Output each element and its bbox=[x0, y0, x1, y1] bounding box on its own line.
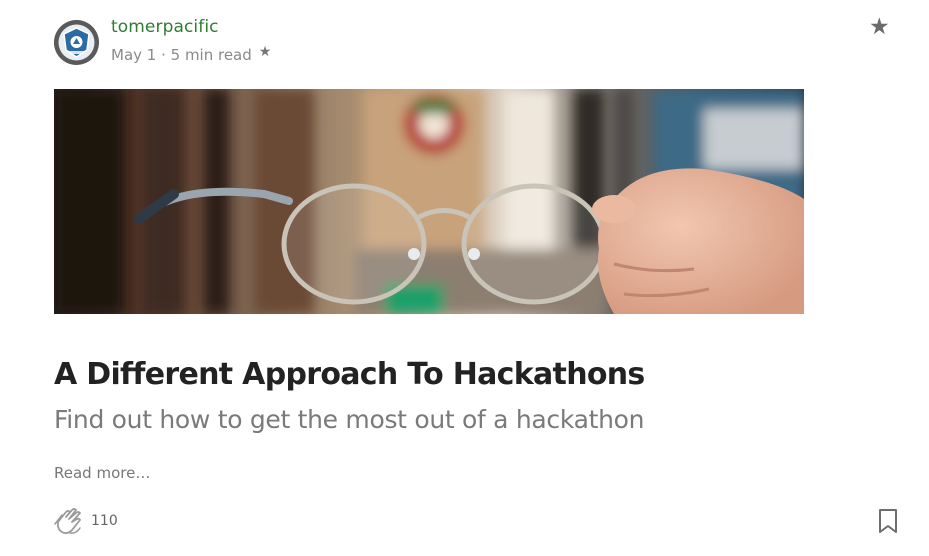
post-subtitle: Find out how to get the most out of a ha… bbox=[54, 405, 645, 434]
star-icon: ★ bbox=[258, 44, 272, 60]
read-more-link[interactable]: Read more… bbox=[54, 464, 150, 482]
clap-icon[interactable] bbox=[52, 504, 86, 538]
author-avatar[interactable] bbox=[54, 20, 99, 65]
clap-count: 110 bbox=[91, 513, 118, 529]
post-date-readtime: May 1 · 5 min read bbox=[111, 46, 252, 64]
hero-image[interactable] bbox=[54, 89, 804, 314]
star-icon[interactable]: ★ bbox=[869, 14, 890, 40]
bookmark-icon[interactable] bbox=[877, 508, 899, 534]
glasses-photo bbox=[54, 89, 804, 314]
post-title[interactable]: A Different Approach To Hackathons bbox=[54, 357, 645, 392]
avatar-logo-icon bbox=[54, 20, 99, 65]
post-card: tomerpacific May 1 · 5 min read ★ ★ A Di… bbox=[0, 0, 929, 556]
post-meta: May 1 · 5 min read ★ bbox=[111, 44, 272, 64]
author-name[interactable]: tomerpacific bbox=[111, 17, 219, 37]
